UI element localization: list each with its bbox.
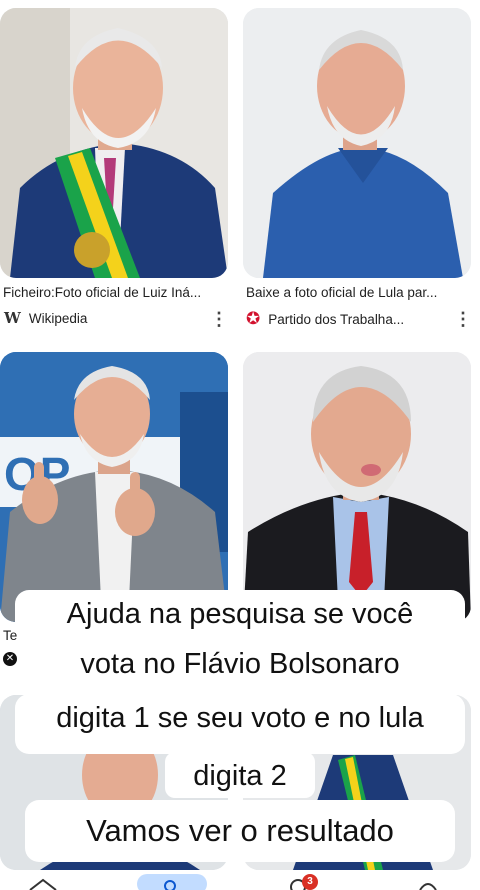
more-options-icon[interactable]: ⋮ [210,310,228,328]
caption-line-5: Vamos ver o resultado [25,800,455,862]
image-result-2[interactable] [243,8,471,278]
photo-lula-blue-shirt [243,8,471,278]
result-source-1[interactable]: W Wikipedia [4,309,87,327]
notification-badge: 3 [302,874,318,890]
caption-line-1: Ajuda na pesquisa se você [15,590,465,642]
bottom-navigation: 3 [0,872,480,890]
x-logo-icon: ✕ [3,652,17,666]
photo-lula-thumbs-up: OP [0,352,228,622]
image-result-1[interactable] [0,8,228,278]
image-result-4[interactable] [243,352,471,622]
result-title-2[interactable]: Baixe a foto oficial de Lula par... [246,285,471,300]
result-title-1[interactable]: Ficheiro:Foto oficial de Luiz Iná... [3,285,228,300]
home-icon [29,878,57,890]
bottom-nav-icons [29,874,437,890]
caption-line-4: digita 2 [165,752,315,798]
history-icon [419,883,437,890]
caption-line-2: vota no Flávio Bolsonaro [40,640,440,696]
result-source-2[interactable]: ✪ Partido dos Trabalha... [246,309,404,329]
image-result-3[interactable]: OP [0,352,228,622]
photo-lula-red-tie [243,352,471,622]
pt-star-icon: ✪ [246,309,261,328]
wikipedia-w-icon: W [4,309,21,327]
more-options-icon[interactable]: ⋮ [454,310,472,328]
source-label: Partido dos Trabalha... [268,311,405,327]
caption-line-3: digita 1 se seu voto e no lula [15,694,465,754]
photo-lula-official-sash [0,8,228,278]
source-label: Wikipedia [28,310,88,326]
